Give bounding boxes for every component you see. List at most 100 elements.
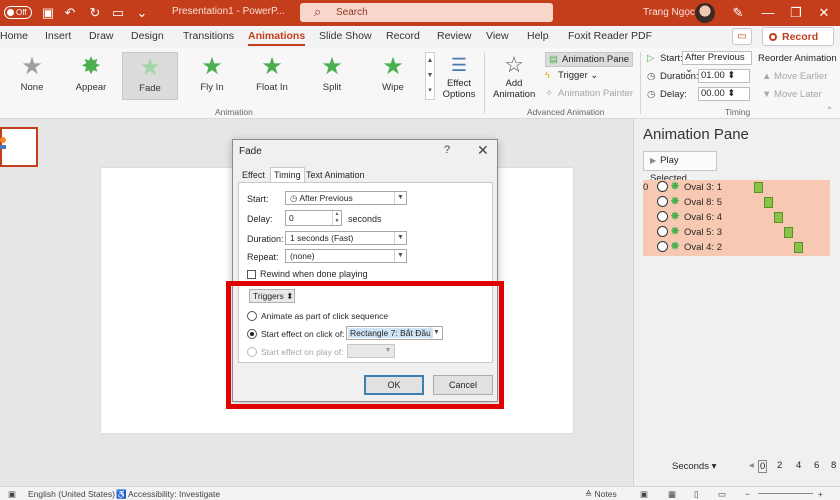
- tab-draw[interactable]: Draw: [89, 30, 114, 42]
- move-earlier-label: Move Earlier: [774, 71, 828, 82]
- restore-icon[interactable]: ❐: [786, 3, 806, 23]
- minimize-icon[interactable]: —: [758, 3, 778, 23]
- status-bar: ▣ English (United States) ♿ Accessibilit…: [0, 486, 840, 500]
- slide-thumbnail[interactable]: [0, 127, 38, 167]
- start-label: ▷ Start:: [647, 53, 683, 64]
- reading-view-icon[interactable]: ▯: [694, 489, 699, 500]
- animation-pane: Animation Pane ▶ Play Selected 0 ✸ Oval 3…: [633, 119, 840, 486]
- animation-label: Appear: [75, 82, 107, 93]
- group-label-timing: Timing: [725, 107, 751, 117]
- clock-icon: [657, 226, 668, 237]
- animation-wipe[interactable]: ★ Wipe: [365, 52, 421, 100]
- present-icon[interactable]: ▭: [108, 3, 128, 23]
- timeline-bar: [774, 212, 783, 223]
- accessibility-status[interactable]: Accessibility: Investigate: [128, 489, 220, 499]
- slide-sorter-icon[interactable]: ▦: [668, 489, 676, 500]
- chevron-down-icon: ▼: [394, 250, 406, 262]
- animation-float-in[interactable]: ★ Float In: [244, 52, 300, 100]
- timeline-bar: [784, 227, 793, 238]
- zoom-slider[interactable]: [758, 493, 813, 494]
- start-select[interactable]: ◷ After Previous ▼: [285, 191, 407, 205]
- pen-icon[interactable]: ✎: [728, 3, 748, 23]
- tab-effect[interactable]: Effect: [239, 169, 268, 182]
- trigger-button[interactable]: ϟ Trigger ⌄: [545, 70, 598, 81]
- search-box[interactable]: ⌕ Search: [300, 3, 553, 22]
- ribbon-tabs: Home Insert Draw Design Transitions Anim…: [0, 26, 840, 48]
- language-status[interactable]: English (United States): [28, 489, 115, 499]
- close-icon[interactable]: ✕: [814, 3, 834, 23]
- timeline-bar: [764, 197, 773, 208]
- slideshow-icon[interactable]: ▭: [718, 489, 726, 500]
- zoom-out-icon[interactable]: −: [745, 489, 750, 499]
- undo-icon[interactable]: ↶: [60, 3, 80, 23]
- delay-spinner[interactable]: 0 ▲ ▼: [285, 210, 342, 226]
- rewind-checkbox[interactable]: [247, 270, 256, 279]
- repeat-select[interactable]: (none) ▼: [285, 249, 407, 263]
- chevron-down-icon: ▼: [394, 232, 406, 244]
- comments-button[interactable]: ▭: [732, 28, 752, 45]
- tab-view[interactable]: View: [486, 30, 509, 42]
- star-icon: ✸: [670, 239, 681, 253]
- seconds-dropdown[interactable]: Seconds ▾: [672, 461, 716, 472]
- animation-split[interactable]: ★ Split: [304, 52, 360, 100]
- list-item[interactable]: ✸ Oval 4: 2: [643, 239, 830, 255]
- start-select[interactable]: After Previous ⌄: [682, 51, 752, 75]
- tab-timing[interactable]: Timing: [270, 167, 305, 183]
- play-selected-button[interactable]: ▶ Play Selected: [643, 151, 717, 184]
- effect-options-button[interactable]: ☰ Effect Options: [440, 52, 478, 100]
- timeline-bar: [754, 182, 763, 193]
- tab-review[interactable]: Review: [437, 30, 471, 42]
- list-item[interactable]: 0 ✸ Oval 3: 1: [643, 179, 830, 195]
- duration-select[interactable]: 1 seconds (Fast) ▼: [285, 231, 407, 245]
- timeline-scale: ◂ 0 2 4 6 8: [749, 460, 837, 474]
- tab-record[interactable]: Record: [386, 30, 420, 42]
- tab-help[interactable]: Help: [527, 30, 549, 42]
- list-item[interactable]: ✸ Oval 5: 3: [643, 224, 830, 240]
- ribbon-divider: [640, 52, 641, 114]
- close-icon[interactable]: ✕: [477, 142, 489, 159]
- list-item[interactable]: ✸ Oval 8: 5: [643, 194, 830, 210]
- normal-view-icon[interactable]: ▣: [640, 489, 648, 500]
- record-button[interactable]: Record: [762, 27, 834, 46]
- list-item[interactable]: ✸ Oval 6: 4: [643, 209, 830, 225]
- delay-unit: seconds: [348, 214, 382, 224]
- delay-value: 00.00: [701, 88, 725, 99]
- duration-value: 1 seconds (Fast): [290, 233, 354, 243]
- move-later-label: Move Later: [774, 89, 822, 100]
- help-button[interactable]: ?: [444, 144, 450, 156]
- add-star-icon: ☆: [504, 52, 524, 77]
- zoom-in-icon[interactable]: +: [818, 489, 823, 499]
- tab-slide-show[interactable]: Slide Show: [319, 30, 372, 42]
- star-icon: ★: [321, 53, 343, 80]
- animation-fade[interactable]: ★ Fade: [122, 52, 178, 100]
- animation-painter-button[interactable]: ✧ Animation Painter: [545, 88, 633, 99]
- animation-appear[interactable]: ✸ Appear: [63, 52, 119, 100]
- move-earlier-button[interactable]: ▲ Move Earlier: [762, 71, 827, 82]
- delay-label: Delay:: [247, 214, 273, 224]
- start-value: After Previous: [299, 193, 353, 203]
- customize-qat-icon[interactable]: ⌄: [132, 3, 152, 23]
- save-icon[interactable]: ▣: [38, 3, 58, 23]
- tab-transitions[interactable]: Transitions: [183, 30, 234, 42]
- duration-input[interactable]: 01.00 ⬍: [698, 69, 750, 83]
- tab-insert[interactable]: Insert: [45, 30, 71, 42]
- move-later-button[interactable]: ▼ Move Later: [762, 89, 822, 100]
- gallery-scroll[interactable]: ▲ ▼ ▾: [425, 52, 435, 100]
- tab-animations[interactable]: Animations: [248, 30, 306, 46]
- rewind-label: Rewind when done playing: [260, 269, 368, 279]
- tab-foxit-reader-pdf[interactable]: Foxit Reader PDF: [568, 30, 652, 42]
- avatar[interactable]: [695, 3, 715, 23]
- redo-icon[interactable]: ↻: [85, 3, 105, 23]
- delay-input[interactable]: 00.00 ⬍: [698, 87, 750, 101]
- collapse-ribbon-icon[interactable]: ⌃: [826, 105, 833, 116]
- add-animation-button[interactable]: ☆ Add Animation: [493, 52, 535, 100]
- animation-fly-in[interactable]: ★ Fly In: [184, 52, 240, 100]
- tab-design[interactable]: Design: [131, 30, 164, 42]
- tab-home[interactable]: Home: [0, 30, 28, 42]
- scale-left-arrow[interactable]: ◂: [749, 460, 754, 471]
- autosave-toggle[interactable]: Off: [4, 6, 32, 19]
- animation-pane-button[interactable]: ▤ Animation Pane: [545, 52, 634, 67]
- tab-text-animation[interactable]: Text Animation: [303, 169, 368, 182]
- animation-none[interactable]: ★ None: [4, 52, 60, 100]
- notes-button[interactable]: ≙ Notes: [585, 489, 617, 500]
